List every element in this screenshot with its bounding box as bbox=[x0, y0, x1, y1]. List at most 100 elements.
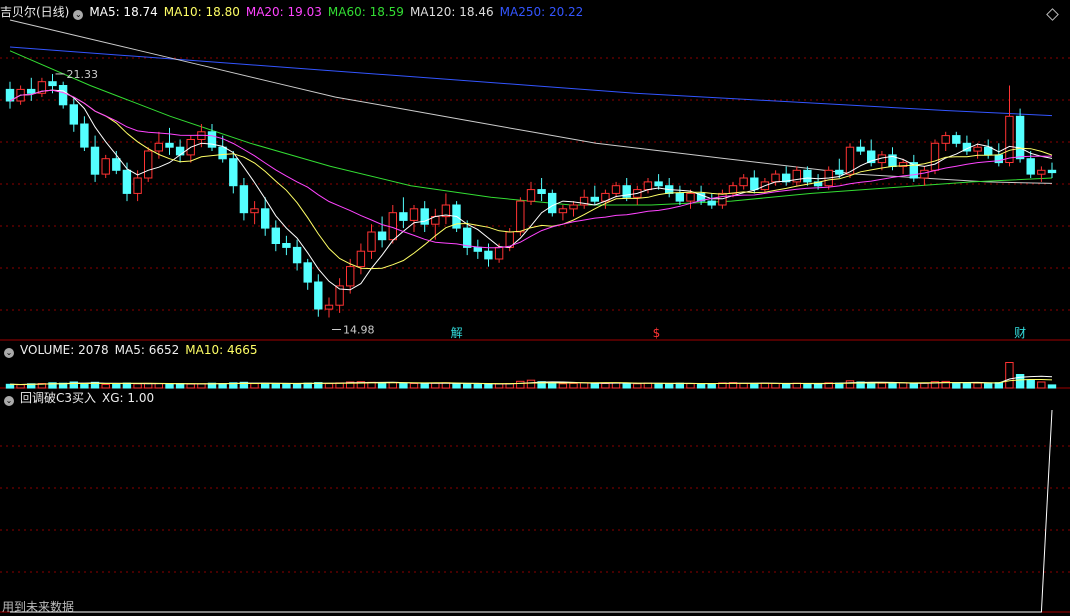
candle-body bbox=[356, 250, 366, 268]
volume-bar bbox=[261, 382, 270, 389]
volume-label: VOLUME: 2078 bbox=[20, 343, 109, 357]
candle-body bbox=[537, 189, 546, 195]
volume-bar bbox=[813, 383, 823, 389]
ma250-label: MA250: 20.22 bbox=[499, 5, 584, 19]
volume-bar bbox=[579, 382, 589, 389]
volume-bar bbox=[463, 383, 472, 389]
candle-body bbox=[69, 104, 78, 125]
candle-body bbox=[314, 281, 323, 310]
candle-body bbox=[675, 192, 684, 202]
volume-bar bbox=[1037, 381, 1046, 389]
volume-bar bbox=[1015, 374, 1025, 389]
candle-body bbox=[165, 142, 174, 148]
volume-bar bbox=[399, 382, 408, 389]
volume-bar bbox=[452, 383, 461, 389]
candle-body bbox=[292, 246, 302, 264]
volume-bar bbox=[250, 383, 259, 389]
volume-bar bbox=[80, 383, 89, 389]
volume-bar bbox=[197, 383, 206, 389]
volume-bar bbox=[707, 383, 716, 389]
candle-body bbox=[218, 146, 227, 160]
ma10-label: MA10: 18.80 bbox=[163, 5, 240, 19]
candle-body bbox=[122, 169, 132, 194]
volume-bar bbox=[5, 383, 15, 389]
candle-body bbox=[516, 200, 525, 233]
ma10-line bbox=[9, 89, 1053, 270]
event-marker: 解 bbox=[451, 326, 463, 340]
low-price-label: 14.98 bbox=[343, 324, 375, 337]
volume-bar bbox=[186, 383, 195, 389]
volume-bar bbox=[1047, 384, 1057, 389]
candle-body bbox=[324, 304, 334, 310]
candle-body bbox=[90, 146, 100, 175]
indicator-settings-icon[interactable]: ⌄ bbox=[4, 396, 14, 406]
volume-bar bbox=[1026, 379, 1035, 389]
volume-bar bbox=[431, 382, 440, 389]
volume-bar bbox=[271, 383, 281, 389]
candle-body bbox=[952, 135, 961, 144]
candle-body bbox=[771, 173, 780, 183]
ma60-label: MA60: 18.59 bbox=[327, 5, 404, 19]
volume-bar bbox=[686, 383, 695, 389]
candle-body bbox=[930, 142, 940, 171]
candle-body bbox=[856, 146, 865, 152]
volume-bar bbox=[292, 383, 302, 389]
candle-body bbox=[526, 189, 536, 202]
volume-bar bbox=[377, 382, 387, 389]
volume-bar bbox=[409, 383, 419, 389]
volume-settings-icon[interactable]: ⌄ bbox=[4, 348, 14, 358]
xg-line bbox=[10, 409, 1053, 613]
volume-bar bbox=[590, 382, 599, 389]
candle-body bbox=[984, 146, 993, 156]
candle-body bbox=[750, 177, 759, 191]
volume-bar bbox=[473, 383, 483, 389]
candle-body bbox=[101, 158, 110, 175]
volume-bar bbox=[665, 383, 674, 389]
candle-body bbox=[303, 262, 312, 283]
candle-body bbox=[1037, 169, 1046, 175]
volume-bar bbox=[898, 382, 908, 389]
candle-body bbox=[282, 243, 291, 248]
indicator-label: 回调破C3买入 bbox=[20, 391, 97, 405]
settings-icon[interactable]: ⌄ bbox=[73, 10, 84, 20]
volume-ma5-label: MA5: 6652 bbox=[114, 343, 180, 357]
candle-body bbox=[175, 146, 185, 156]
volume-bar bbox=[845, 380, 855, 389]
volume-bar bbox=[516, 380, 525, 389]
candle-body bbox=[611, 185, 621, 194]
event-marker: $ bbox=[653, 326, 661, 340]
main-panel-header: 吉贝尔(日线) ⌄ MA5: 18.74 MA10: 18.80 MA20: 19.03… bbox=[0, 4, 589, 20]
candle-body bbox=[590, 196, 599, 202]
volume-ma10-label: MA10: 4665 bbox=[185, 343, 258, 357]
volume-bar bbox=[622, 382, 631, 389]
candle-body bbox=[1047, 169, 1057, 174]
candle-body bbox=[388, 212, 398, 241]
volume-bar bbox=[611, 382, 621, 389]
volume-bar bbox=[643, 382, 653, 389]
candle-body bbox=[133, 177, 142, 194]
volume-bar bbox=[920, 382, 929, 389]
candle-body bbox=[154, 142, 164, 152]
volume-bar bbox=[526, 379, 536, 389]
volume-bar bbox=[1005, 362, 1014, 389]
candle-body bbox=[409, 208, 419, 221]
xg-indicator-line bbox=[10, 409, 1053, 613]
xg-label: XG: 1.00 bbox=[102, 391, 155, 405]
volume-bar bbox=[154, 383, 164, 389]
volume-bar bbox=[494, 383, 504, 389]
volume-bars bbox=[5, 362, 1057, 389]
event-marker: 财 bbox=[1014, 326, 1026, 340]
candle-body bbox=[239, 185, 249, 214]
stock-title: 吉贝尔(日线) bbox=[0, 5, 70, 19]
volume-bar bbox=[112, 383, 121, 389]
volume-bar bbox=[654, 383, 663, 389]
candle-body bbox=[941, 135, 950, 144]
candle-body bbox=[1026, 158, 1035, 175]
candle-body bbox=[686, 192, 695, 202]
candle-body bbox=[473, 246, 483, 252]
ma5-label: MA5: 18.74 bbox=[89, 5, 158, 19]
volume-bar bbox=[750, 383, 759, 389]
candle-body bbox=[484, 250, 493, 260]
stock-chart[interactable]: 21.33 14.98 解 $ 财 bbox=[0, 0, 1070, 616]
candle-body bbox=[27, 88, 36, 94]
